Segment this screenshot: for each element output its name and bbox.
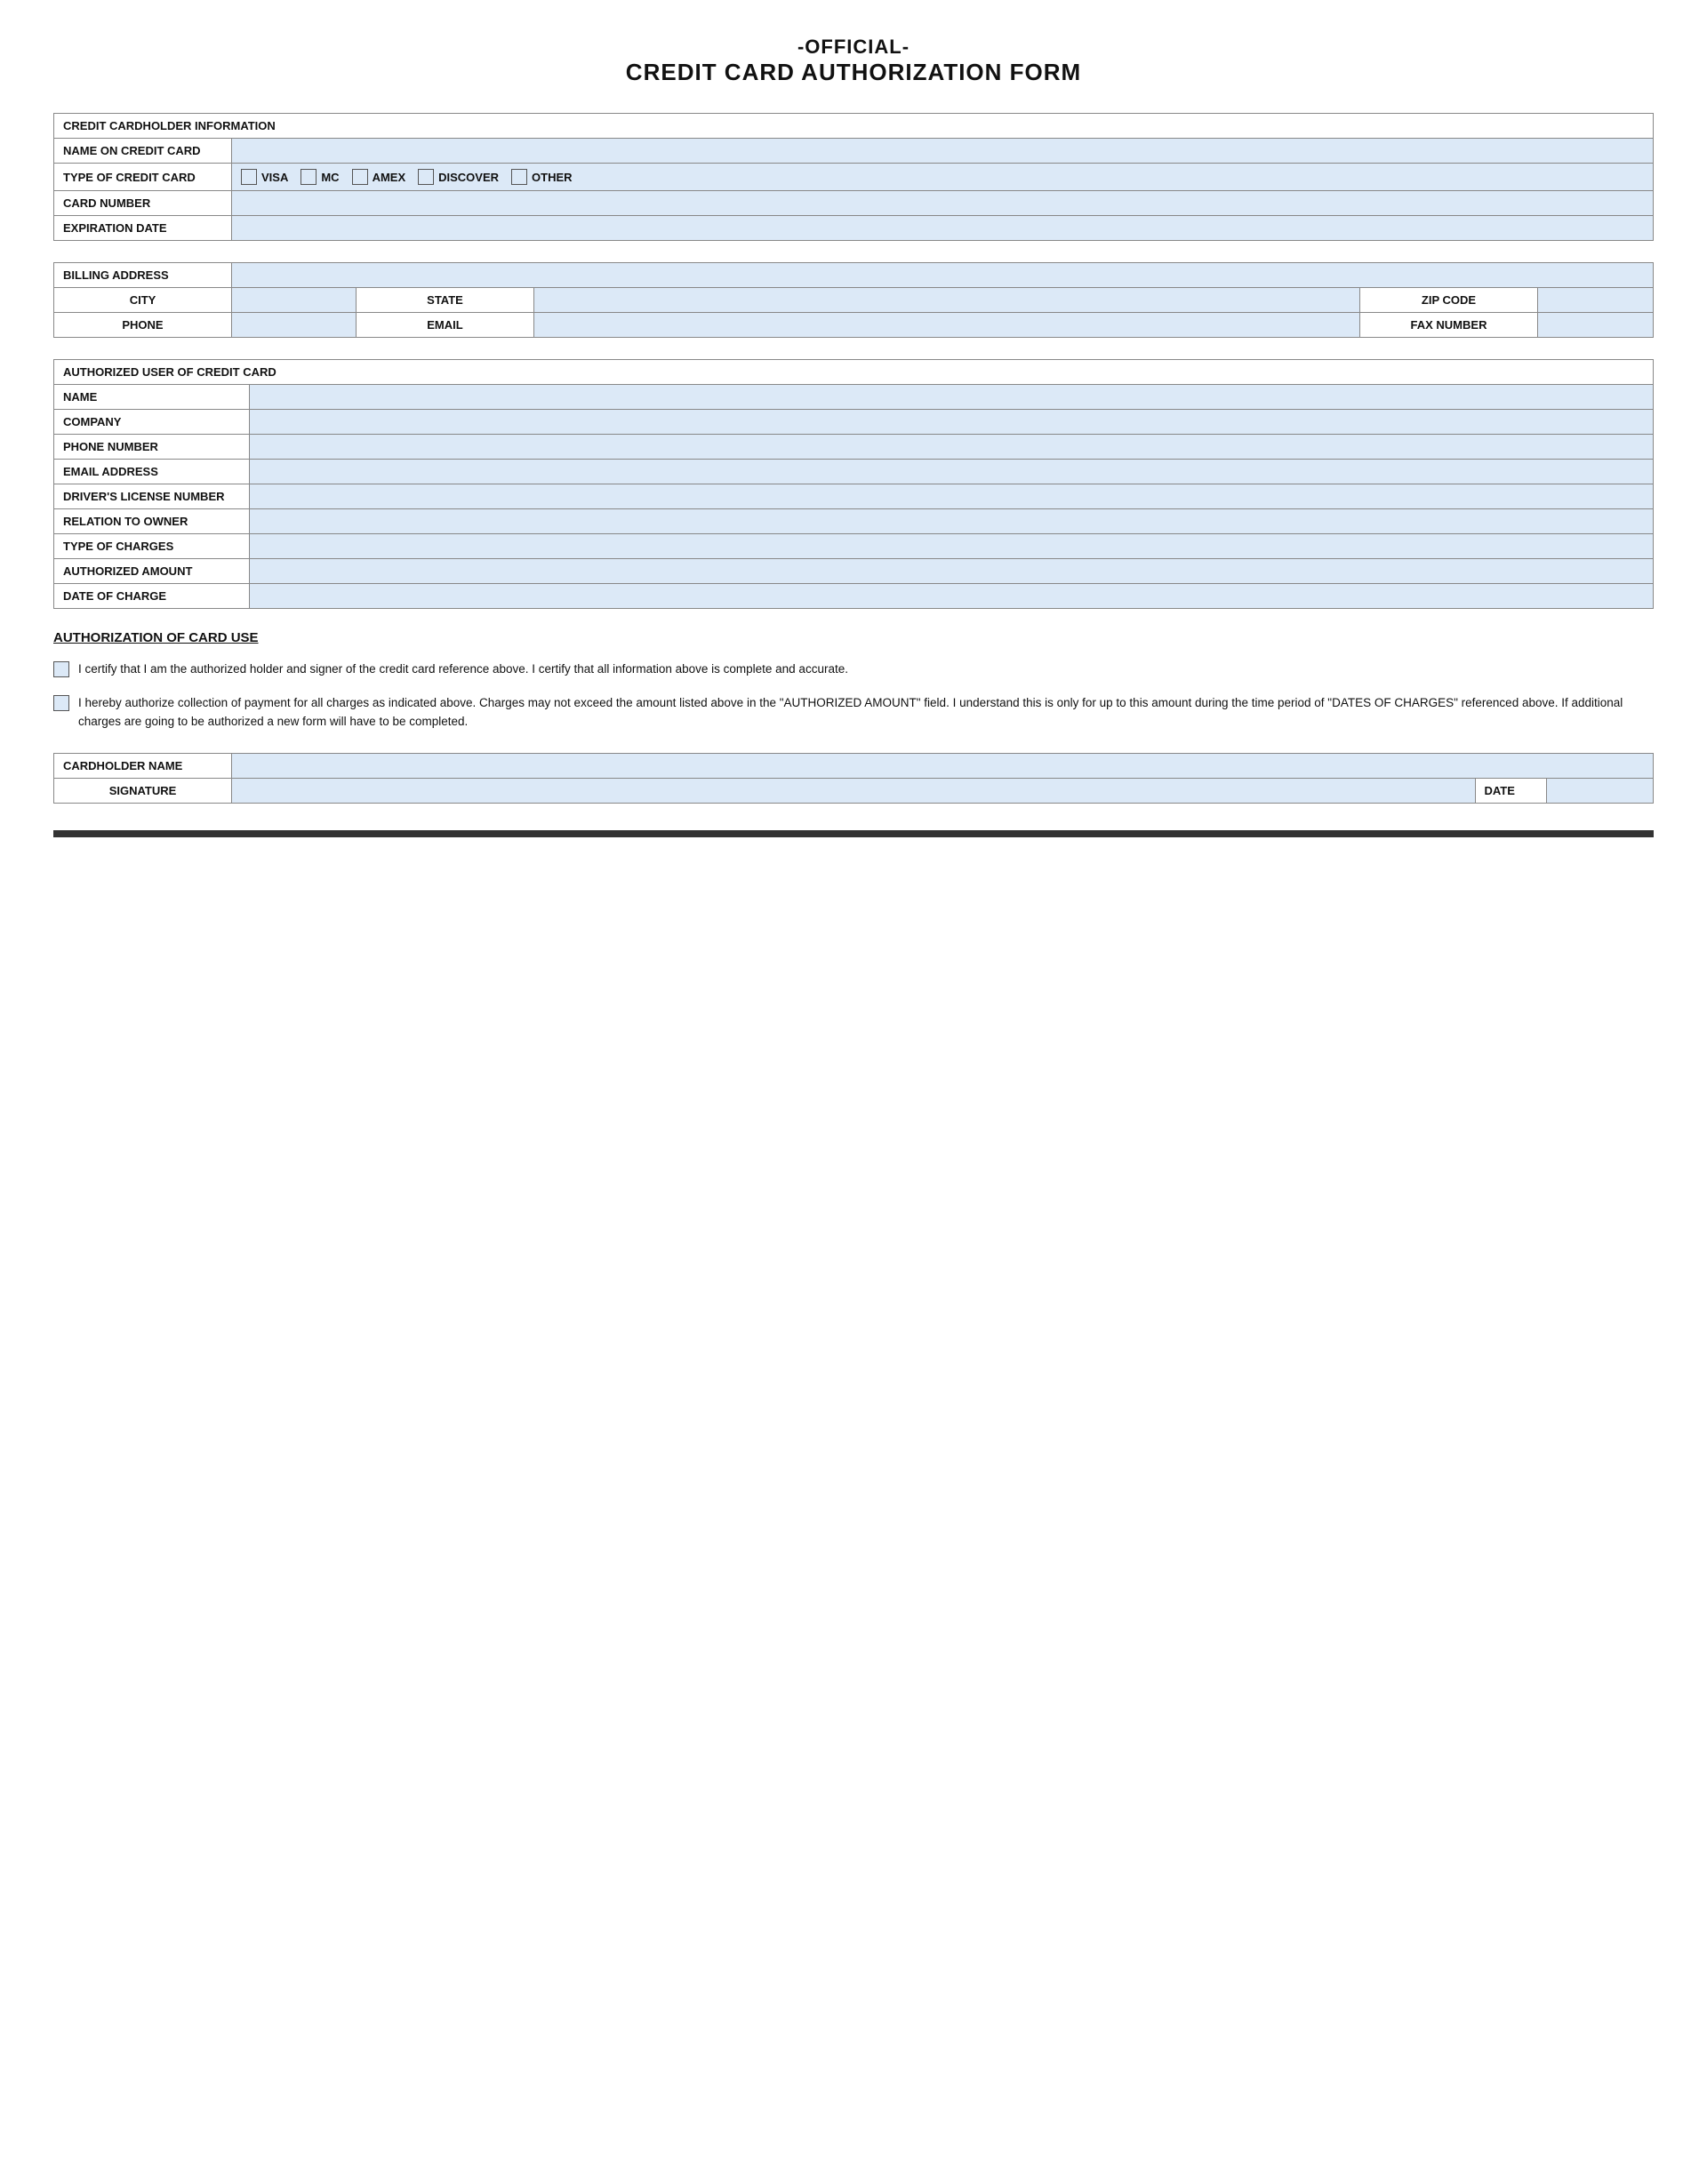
amex-checkbox[interactable] (352, 169, 368, 185)
auth-para-1-text: I certify that I am the authorized holde… (78, 660, 1654, 679)
mc-checkbox[interactable] (301, 169, 317, 185)
amex-label: AMEX (373, 171, 406, 184)
authorized-user-table: AUTHORIZED USER OF CREDIT CARD NAME COMP… (53, 359, 1654, 609)
au-company-label: COMPANY (54, 410, 250, 435)
cardholder-info-header: CREDIT CARDHOLDER INFORMATION (54, 114, 1654, 139)
visa-label: VISA (261, 171, 288, 184)
email-label: EMAIL (357, 313, 534, 338)
auth-title: AUTHORIZATION OF CARD USE (53, 630, 1654, 645)
footer-bar (53, 830, 1654, 837)
auth-para-2: I hereby authorize collection of payment… (53, 693, 1654, 732)
au-charges-label: TYPE OF CHARGES (54, 534, 250, 559)
au-date-label: DATE OF CHARGE (54, 584, 250, 609)
card-number-value[interactable] (232, 191, 1654, 216)
cc-option-mc[interactable]: MC (301, 169, 339, 185)
mc-label: MC (321, 171, 339, 184)
expiration-date-value[interactable] (232, 216, 1654, 241)
au-name-label: NAME (54, 385, 250, 410)
discover-label: DISCOVER (438, 171, 499, 184)
phone-value[interactable] (232, 313, 357, 338)
date-label: DATE (1475, 779, 1546, 803)
email-value[interactable] (534, 313, 1360, 338)
billing-address-label: BILLING ADDRESS (54, 263, 232, 288)
cardholder-name-label: CARDHOLDER NAME (54, 753, 232, 778)
cc-option-discover[interactable]: DISCOVER (418, 169, 499, 185)
expiration-date-label: EXPIRATION DATE (54, 216, 232, 241)
cardholder-info-table: CREDIT CARDHOLDER INFORMATION NAME ON CR… (53, 113, 1654, 241)
au-company-value[interactable] (250, 410, 1654, 435)
sig-date-inner: DATE (232, 779, 1653, 803)
au-date-value[interactable] (250, 584, 1654, 609)
au-phone-value[interactable] (250, 435, 1654, 460)
auth-para-1: I certify that I am the authorized holde… (53, 660, 1654, 679)
auth-checkbox-2[interactable] (53, 695, 69, 711)
billing-address-value[interactable] (232, 263, 1654, 288)
cc-option-visa[interactable]: VISA (241, 169, 288, 185)
billing-address-table: BILLING ADDRESS CITY STATE ZIP CODE PHON… (53, 262, 1654, 338)
authorized-user-header: AUTHORIZED USER OF CREDIT CARD (54, 360, 1654, 385)
zip-value[interactable] (1538, 288, 1654, 313)
zip-label: ZIP CODE (1360, 288, 1538, 313)
au-email-label: EMAIL ADDRESS (54, 460, 250, 484)
auth-para-2-text: I hereby authorize collection of payment… (78, 693, 1654, 732)
state-value[interactable] (534, 288, 1360, 313)
card-number-label: CARD NUMBER (54, 191, 232, 216)
authorization-section: AUTHORIZATION OF CARD USE I certify that… (53, 630, 1654, 732)
au-relation-label: RELATION TO OWNER (54, 509, 250, 534)
fax-value[interactable] (1538, 313, 1654, 338)
other-checkbox[interactable] (511, 169, 527, 185)
other-label: OTHER (532, 171, 573, 184)
cc-option-other[interactable]: OTHER (511, 169, 573, 185)
official-label: -OFFICIAL- (53, 36, 1654, 59)
signature-label: SIGNATURE (54, 778, 232, 803)
au-amount-label: AUTHORIZED AMOUNT (54, 559, 250, 584)
cardholder-name-value[interactable] (232, 753, 1654, 778)
au-relation-value[interactable] (250, 509, 1654, 534)
cc-option-amex[interactable]: AMEX (352, 169, 406, 185)
state-label: STATE (357, 288, 534, 313)
page-title: -OFFICIAL- CREDIT CARD AUTHORIZATION FOR… (53, 36, 1654, 86)
fax-label: FAX NUMBER (1360, 313, 1538, 338)
au-phone-label: PHONE NUMBER (54, 435, 250, 460)
discover-checkbox[interactable] (418, 169, 434, 185)
auth-checkbox-1[interactable] (53, 661, 69, 677)
au-email-value[interactable] (250, 460, 1654, 484)
au-amount-value[interactable] (250, 559, 1654, 584)
signature-table: CARDHOLDER NAME SIGNATURE DATE (53, 753, 1654, 804)
phone-label: PHONE (54, 313, 232, 338)
name-on-card-value[interactable] (232, 139, 1654, 164)
sig-field[interactable] (232, 779, 1475, 803)
main-title: CREDIT CARD AUTHORIZATION FORM (53, 59, 1654, 86)
visa-checkbox[interactable] (241, 169, 257, 185)
cc-type-row: VISA MC AMEX DISCOVER OTHER (241, 169, 1644, 185)
type-of-cc-label: TYPE OF CREDIT CARD (54, 164, 232, 191)
city-value[interactable] (232, 288, 357, 313)
au-license-label: DRIVER'S LICENSE NUMBER (54, 484, 250, 509)
city-label: CITY (54, 288, 232, 313)
au-name-value[interactable] (250, 385, 1654, 410)
signature-value: DATE (232, 778, 1654, 803)
type-of-cc-value: VISA MC AMEX DISCOVER OTHER (232, 164, 1654, 191)
au-charges-value[interactable] (250, 534, 1654, 559)
au-license-value[interactable] (250, 484, 1654, 509)
date-value[interactable] (1546, 779, 1653, 803)
name-on-card-label: NAME ON CREDIT CARD (54, 139, 232, 164)
